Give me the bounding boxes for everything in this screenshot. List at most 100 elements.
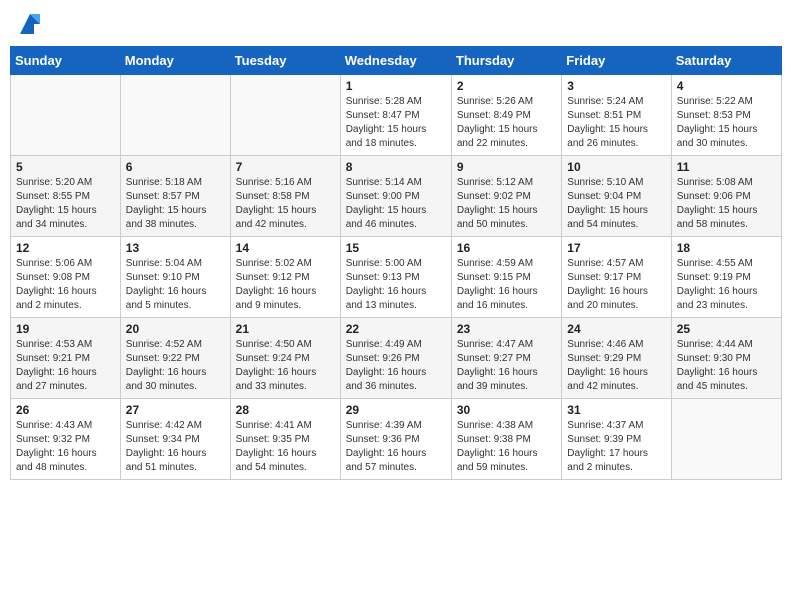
calendar-cell: 16Sunrise: 4:59 AM Sunset: 9:15 PM Dayli… [451, 237, 561, 318]
calendar-cell: 17 Sunrise: 4:57 AM Sunset: 9:17 PM Dayli… [562, 237, 671, 318]
day-number: 2 [457, 79, 556, 93]
calendar-cell: 15 Sunrise: 5:00 AM Sunset: 9:13 PM Dayli… [340, 237, 451, 318]
calendar-cell: 4 Sunrise: 5:22 AM Sunset: 8:53 PM Daylig… [671, 75, 781, 156]
day-info: Sunrise: 4:43 AM Sunset: 9:32 PM Dayligh… [16, 419, 115, 475]
day-info: Sunrise: 4:42 AM Sunset: 9:34 PM Dayligh… [126, 419, 225, 475]
calendar-cell [11, 75, 121, 156]
day-info: Sunrise: 4:41 AM Sunset: 9:35 PM Dayligh… [236, 419, 335, 475]
day-info: Sunrise: 5:28 AM Sunset: 8:47 PM Dayligh… [346, 95, 446, 151]
day-number: 27 [126, 403, 225, 417]
calendar-week-row: 19 Sunrise: 4:53 AM Sunset: 9:21 PM Dayli… [11, 318, 782, 399]
day-info: Sunrise: 5:16 AM Sunset: 8:58 PM Dayligh… [236, 176, 335, 232]
calendar-cell: 19 Sunrise: 4:53 AM Sunset: 9:21 PM Dayli… [11, 318, 121, 399]
day-number: 18 [677, 241, 776, 255]
calendar-cell: 20 Sunrise: 4:52 AM Sunset: 9:22 PM Dayli… [120, 318, 230, 399]
column-header-thursday: Thursday [451, 47, 561, 75]
calendar-cell: 11 Sunrise: 5:08 AM Sunset: 9:06 PM Dayli… [671, 156, 781, 237]
calendar-header-row: SundayMondayTuesdayWednesdayThursdayFrid… [11, 47, 782, 75]
day-number: 23 [457, 322, 556, 336]
day-number: 17 [567, 241, 665, 255]
calendar-cell: 28Sunrise: 4:41 AM Sunset: 9:35 PM Dayli… [230, 399, 340, 480]
day-info: Sunrise: 5:14 AM Sunset: 9:00 PM Dayligh… [346, 176, 446, 232]
column-header-monday: Monday [120, 47, 230, 75]
day-info: Sunrise: 5:12 AM Sunset: 9:02 PM Dayligh… [457, 176, 556, 232]
column-header-wednesday: Wednesday [340, 47, 451, 75]
column-header-sunday: Sunday [11, 47, 121, 75]
day-number: 13 [126, 241, 225, 255]
day-info: Sunrise: 5:00 AM Sunset: 9:13 PM Dayligh… [346, 257, 446, 313]
day-number: 15 [346, 241, 446, 255]
day-info: Sunrise: 4:47 AM Sunset: 9:27 PM Dayligh… [457, 338, 556, 394]
calendar-week-row: 5Sunrise: 5:20 AM Sunset: 8:55 PM Daylig… [11, 156, 782, 237]
calendar-cell: 24 Sunrise: 4:46 AM Sunset: 9:29 PM Dayli… [562, 318, 671, 399]
day-number: 26 [16, 403, 115, 417]
calendar-week-row: 12 Sunrise: 5:06 AM Sunset: 9:08 PM Dayli… [11, 237, 782, 318]
day-number: 10 [567, 160, 665, 174]
day-info: Sunrise: 5:10 AM Sunset: 9:04 PM Dayligh… [567, 176, 665, 232]
calendar-cell: 13 Sunrise: 5:04 AM Sunset: 9:10 PM Dayli… [120, 237, 230, 318]
day-number: 7 [236, 160, 335, 174]
calendar-cell: 6 Sunrise: 5:18 AM Sunset: 8:57 PM Daylig… [120, 156, 230, 237]
calendar-cell: 22 Sunrise: 4:49 AM Sunset: 9:26 PM Dayli… [340, 318, 451, 399]
day-number: 20 [126, 322, 225, 336]
column-header-saturday: Saturday [671, 47, 781, 75]
calendar-cell: 12 Sunrise: 5:06 AM Sunset: 9:08 PM Dayli… [11, 237, 121, 318]
day-info: Sunrise: 4:49 AM Sunset: 9:26 PM Dayligh… [346, 338, 446, 394]
calendar-cell: 26 Sunrise: 4:43 AM Sunset: 9:32 PM Dayli… [11, 399, 121, 480]
day-info: Sunrise: 4:53 AM Sunset: 9:21 PM Dayligh… [16, 338, 115, 394]
calendar-cell: 7 Sunrise: 5:16 AM Sunset: 8:58 PM Daylig… [230, 156, 340, 237]
day-info: Sunrise: 5:04 AM Sunset: 9:10 PM Dayligh… [126, 257, 225, 313]
page-header [10, 10, 782, 38]
day-number: 19 [16, 322, 115, 336]
calendar-cell: 18 Sunrise: 4:55 AM Sunset: 9:19 PM Dayli… [671, 237, 781, 318]
calendar-cell: 25 Sunrise: 4:44 AM Sunset: 9:30 PM Dayli… [671, 318, 781, 399]
calendar-cell: 3Sunrise: 5:24 AM Sunset: 8:51 PM Daylig… [562, 75, 671, 156]
day-info: Sunrise: 4:46 AM Sunset: 9:29 PM Dayligh… [567, 338, 665, 394]
calendar-cell: 29 Sunrise: 4:39 AM Sunset: 9:36 PM Dayli… [340, 399, 451, 480]
calendar-cell: 31 Sunrise: 4:37 AM Sunset: 9:39 PM Dayli… [562, 399, 671, 480]
calendar-cell [671, 399, 781, 480]
day-info: Sunrise: 4:39 AM Sunset: 9:36 PM Dayligh… [346, 419, 446, 475]
column-header-friday: Friday [562, 47, 671, 75]
day-info: Sunrise: 5:22 AM Sunset: 8:53 PM Dayligh… [677, 95, 776, 151]
day-info: Sunrise: 5:18 AM Sunset: 8:57 PM Dayligh… [126, 176, 225, 232]
calendar-table: SundayMondayTuesdayWednesdayThursdayFrid… [10, 46, 782, 480]
calendar-cell: 10 Sunrise: 5:10 AM Sunset: 9:04 PM Dayli… [562, 156, 671, 237]
calendar-cell: 30Sunrise: 4:38 AM Sunset: 9:38 PM Dayli… [451, 399, 561, 480]
day-info: Sunrise: 5:08 AM Sunset: 9:06 PM Dayligh… [677, 176, 776, 232]
day-number: 12 [16, 241, 115, 255]
calendar-cell: 9Sunrise: 5:12 AM Sunset: 9:02 PM Daylig… [451, 156, 561, 237]
calendar-cell: 8 Sunrise: 5:14 AM Sunset: 9:00 PM Daylig… [340, 156, 451, 237]
day-info: Sunrise: 4:44 AM Sunset: 9:30 PM Dayligh… [677, 338, 776, 394]
calendar-cell: 21Sunrise: 4:50 AM Sunset: 9:24 PM Dayli… [230, 318, 340, 399]
day-info: Sunrise: 5:06 AM Sunset: 9:08 PM Dayligh… [16, 257, 115, 313]
calendar-week-row: 26 Sunrise: 4:43 AM Sunset: 9:32 PM Dayli… [11, 399, 782, 480]
day-info: Sunrise: 4:59 AM Sunset: 9:15 PM Dayligh… [457, 257, 556, 313]
day-number: 8 [346, 160, 446, 174]
day-number: 22 [346, 322, 446, 336]
day-number: 31 [567, 403, 665, 417]
day-info: Sunrise: 4:57 AM Sunset: 9:17 PM Dayligh… [567, 257, 665, 313]
day-number: 14 [236, 241, 335, 255]
day-number: 6 [126, 160, 225, 174]
day-number: 11 [677, 160, 776, 174]
day-number: 5 [16, 160, 115, 174]
day-info: Sunrise: 4:55 AM Sunset: 9:19 PM Dayligh… [677, 257, 776, 313]
column-header-tuesday: Tuesday [230, 47, 340, 75]
day-number: 25 [677, 322, 776, 336]
day-number: 1 [346, 79, 446, 93]
day-number: 24 [567, 322, 665, 336]
day-number: 30 [457, 403, 556, 417]
calendar-cell: 27 Sunrise: 4:42 AM Sunset: 9:34 PM Dayli… [120, 399, 230, 480]
calendar-cell [120, 75, 230, 156]
day-number: 29 [346, 403, 446, 417]
calendar-cell: 2Sunrise: 5:26 AM Sunset: 8:49 PM Daylig… [451, 75, 561, 156]
day-number: 4 [677, 79, 776, 93]
calendar-week-row: 1 Sunrise: 5:28 AM Sunset: 8:47 PM Daylig… [11, 75, 782, 156]
calendar-cell: 1 Sunrise: 5:28 AM Sunset: 8:47 PM Daylig… [340, 75, 451, 156]
calendar-cell: 5Sunrise: 5:20 AM Sunset: 8:55 PM Daylig… [11, 156, 121, 237]
logo [14, 10, 44, 38]
day-info: Sunrise: 4:52 AM Sunset: 9:22 PM Dayligh… [126, 338, 225, 394]
day-info: Sunrise: 5:24 AM Sunset: 8:51 PM Dayligh… [567, 95, 665, 151]
day-info: Sunrise: 4:37 AM Sunset: 9:39 PM Dayligh… [567, 419, 665, 475]
